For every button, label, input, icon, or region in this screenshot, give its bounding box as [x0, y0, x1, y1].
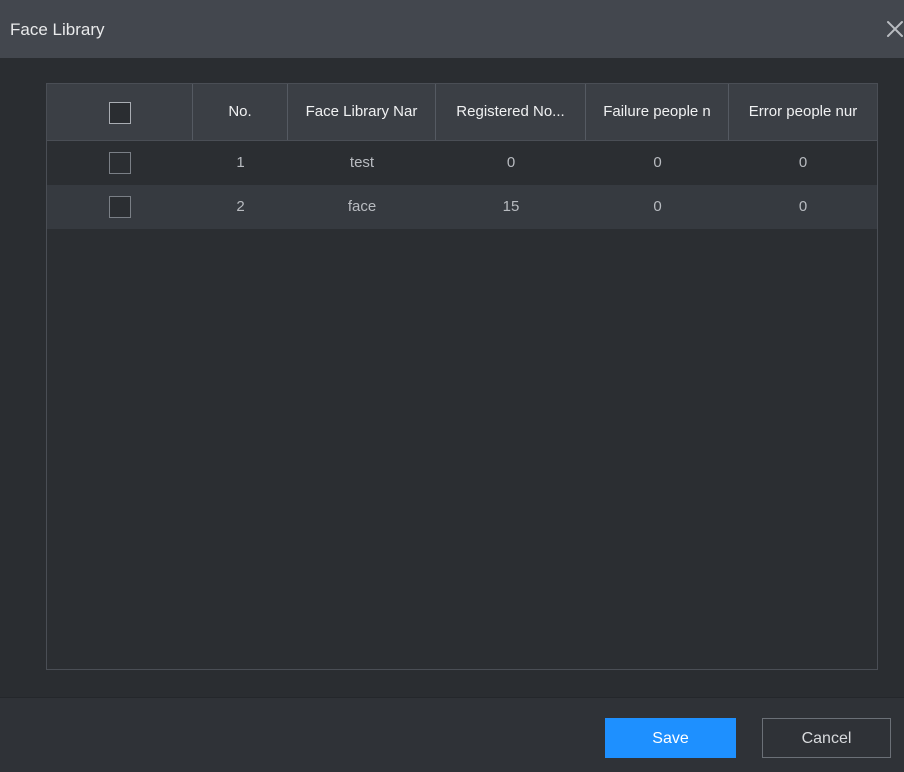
save-button[interactable]: Save: [605, 718, 736, 758]
row-error-people-number: 0: [798, 154, 808, 171]
row-failure-people-number: 0: [653, 154, 662, 171]
table-header-no: No.: [193, 84, 288, 140]
face-library-table: No. Face Library Nar Registered No... Fa…: [46, 83, 878, 670]
close-icon[interactable]: [883, 17, 904, 41]
row-number: 1: [236, 154, 245, 171]
table-header-failure-people: Failure people n: [586, 84, 729, 140]
table-header-select-all: [47, 84, 193, 140]
dialog-title: Face Library: [10, 20, 105, 39]
dialog-titlebar: Face Library: [0, 0, 904, 58]
table-row[interactable]: 1 test 0 0 0: [47, 141, 877, 185]
table-row[interactable]: 2 face 15 0 0: [47, 185, 877, 229]
dialog-footer: Save Cancel: [0, 697, 904, 772]
table-header-row: No. Face Library Nar Registered No... Fa…: [47, 84, 877, 141]
row-failure-people-number: 0: [653, 198, 662, 215]
row-number: 2: [236, 198, 245, 215]
row-face-library-name: face: [347, 198, 377, 215]
row-face-library-name: test: [349, 154, 375, 171]
cancel-button[interactable]: Cancel: [762, 718, 891, 758]
row-registered-number: 0: [506, 154, 516, 171]
row-checkbox[interactable]: [109, 196, 131, 218]
table-header-error-people: Error people nur: [748, 103, 858, 120]
select-all-checkbox[interactable]: [109, 102, 131, 124]
table-header-face-library-name: Face Library Nar: [288, 84, 436, 140]
face-library-dialog: Face Library No. Face Library Nar Regist…: [0, 0, 904, 772]
row-registered-number: 15: [502, 198, 520, 215]
table-header-registered-no: Registered No...: [436, 84, 586, 140]
row-checkbox[interactable]: [109, 152, 131, 174]
row-error-people-number: 0: [798, 198, 808, 215]
